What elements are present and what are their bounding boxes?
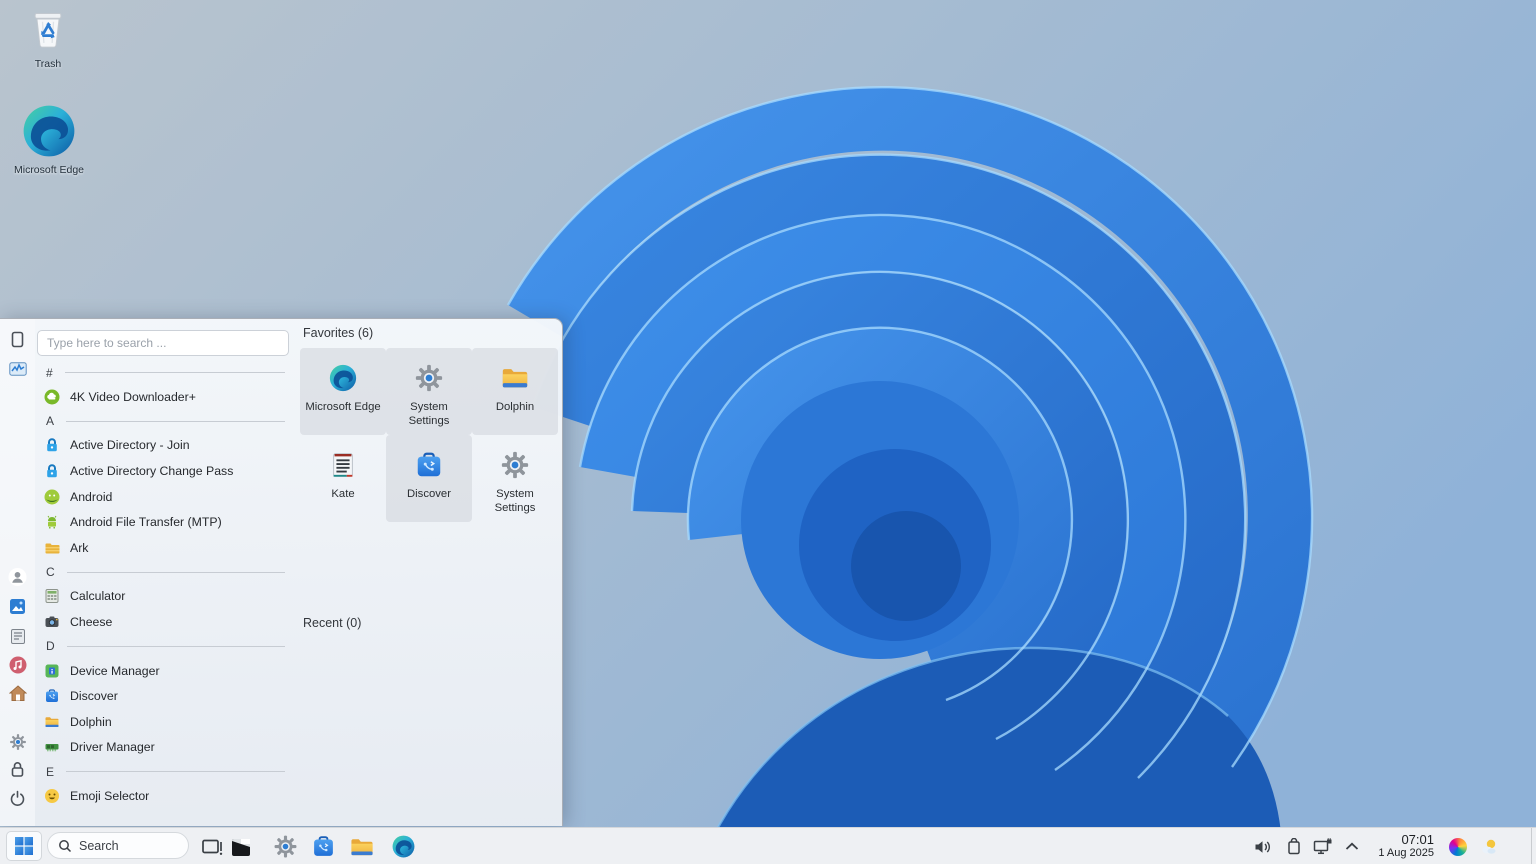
tablet-icon[interactable] [8,330,27,349]
start-menu-sidebar [0,319,35,826]
app-item[interactable]: Active Directory Change Pass [35,458,293,484]
device-manager-icon [44,663,60,679]
weather-icon[interactable] [1478,836,1500,858]
favorite-tile-system-settings[interactable]: System Settings [386,348,472,435]
clock-date: 1 Aug 2025 [1378,847,1434,860]
app-item[interactable]: Android [35,484,293,510]
network-icon[interactable] [1313,837,1333,856]
4k-video-downloader-icon [44,389,60,405]
expand-tray-icon[interactable] [1342,837,1362,856]
clock-time: 07:01 [1401,833,1434,847]
app-item[interactable]: Device Manager [35,658,293,684]
app-item[interactable]: Dolphin [35,709,293,735]
taskbar-search[interactable]: Search [47,832,189,859]
edge-icon [328,363,358,393]
cheese-icon [44,614,60,630]
favorite-tile-microsoft-edge[interactable]: Microsoft Edge [300,348,386,435]
favorite-tile-system-settings[interactable]: System Settings [472,435,558,522]
taskbar-search-label: Search [79,839,119,853]
favorite-tile-dolphin[interactable]: Dolphin [472,348,558,435]
favorite-tile-kate[interactable]: Kate [300,435,386,522]
section-header: E [35,760,293,783]
emoji-selector-icon [44,788,60,804]
start-menu: # 4K Video Downloader+ A Active Director… [0,318,563,826]
section-header: D [35,635,293,658]
clipboard-icon[interactable] [1284,837,1304,856]
favorite-tile-discover[interactable]: Discover [386,435,472,522]
activity-chart-icon[interactable] [8,359,27,378]
desktop-icon-edge[interactable]: Microsoft Edge [10,102,88,176]
lock-icon[interactable] [8,760,27,779]
start-button[interactable] [6,831,42,861]
discover-icon[interactable] [309,833,337,860]
virtual-desktops-icon[interactable] [199,833,227,860]
section-header: # [35,361,293,384]
app-item[interactable]: Driver Manager [35,735,293,761]
clock[interactable]: 07:01 1 Aug 2025 [1362,831,1434,862]
section-header: A [35,410,293,433]
desktop-icon-label: Trash [35,58,61,70]
app-item[interactable]: Ark [35,535,293,561]
discover-icon [414,450,444,480]
music-icon[interactable] [8,655,27,674]
app-item[interactable]: Emoji Selector [35,783,293,809]
power-icon[interactable] [8,789,27,808]
taskbar: Search [0,827,1536,864]
pictures-icon[interactable] [8,597,27,616]
dolphin-icon [44,714,60,730]
favorites-header: Favorites (6) [303,326,373,340]
desktop-icon-trash[interactable]: Trash [14,8,82,70]
app-item[interactable]: Active Directory - Join [35,433,293,459]
android-icon [44,489,60,505]
ark-icon [44,540,60,556]
kate-icon [328,450,358,480]
favorites-grid: Microsoft Edge System Settings Dolphin K… [300,348,558,522]
calculator-icon [44,588,60,604]
peek-desktop-button[interactable] [1531,828,1536,864]
app-item[interactable]: Android File Transfer (MTP) [35,509,293,535]
documents-icon[interactable] [8,627,27,646]
app-item[interactable]: Cheese [35,609,293,635]
desktop-icon-label: Microsoft Edge [14,164,84,176]
dolphin-icon [500,363,530,393]
app-item[interactable]: Calculator [35,584,293,610]
volume-icon[interactable] [1253,837,1273,856]
edge-icon[interactable] [389,833,417,860]
system-settings-icon [500,450,530,480]
dolphin-icon[interactable] [348,833,376,860]
system-settings-icon[interactable] [271,833,299,860]
user-avatar-icon[interactable] [8,567,27,586]
app-item[interactable]: Discover [35,683,293,709]
search-icon [58,839,72,853]
trash-icon [26,8,70,54]
desktop-screen: Trash Microsoft Edge [0,0,1536,864]
app-item[interactable]: 4K Video Downloader+ [35,384,293,410]
system-settings-icon [414,363,444,393]
edge-icon [20,102,78,160]
settings-icon[interactable] [8,732,27,751]
windows-logo-icon [15,837,33,855]
active-directory-icon [44,463,60,479]
recent-header: Recent (0) [303,616,361,630]
show-desktop-icon[interactable] [227,833,255,860]
copilot-icon[interactable] [1447,836,1469,858]
android-file-transfer-icon [44,514,60,530]
driver-manager-icon [44,739,60,755]
app-list: # 4K Video Downloader+ A Active Director… [35,361,293,809]
active-directory-icon [44,437,60,453]
section-header: C [35,561,293,584]
home-icon[interactable] [8,684,27,703]
discover-icon [44,688,60,704]
start-menu-search-input[interactable] [37,330,289,356]
